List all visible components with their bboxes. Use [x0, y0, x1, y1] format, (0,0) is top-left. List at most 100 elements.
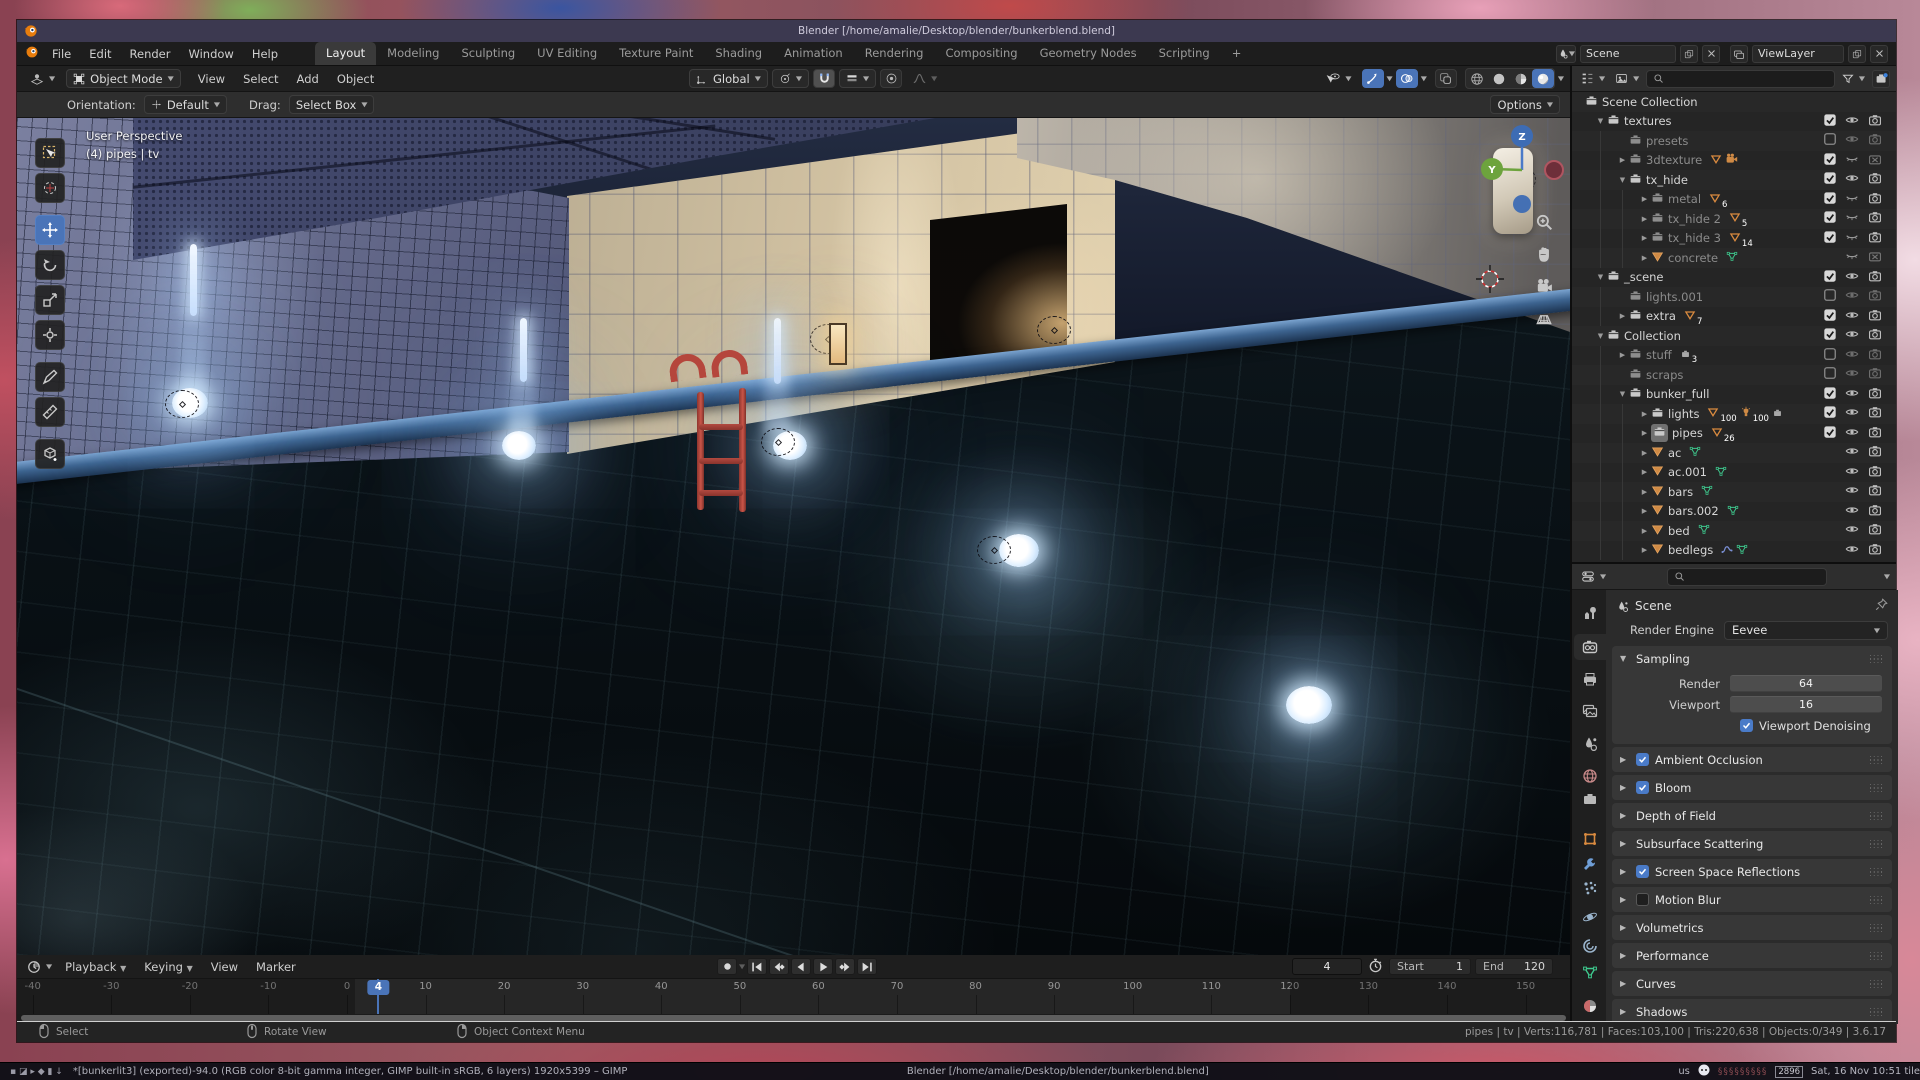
panel-checkbox[interactable]: [1636, 893, 1649, 906]
shading-material-button[interactable]: [1510, 69, 1532, 88]
orientation-setting-dropdown[interactable]: Default▼: [144, 95, 227, 114]
add-cube-tool[interactable]: [35, 439, 65, 469]
sampling-viewport-field[interactable]: 16: [1730, 696, 1882, 713]
timeline-menu-keying[interactable]: Keying ▼: [135, 957, 201, 977]
panel-grip-icon[interactable]: ::::::::: [1869, 655, 1884, 663]
eye-icon[interactable]: [1844, 425, 1860, 442]
properties-tab-tool[interactable]: [1574, 600, 1606, 626]
transform-tool[interactable]: [35, 320, 65, 350]
render-visibility-icon[interactable]: [1867, 542, 1883, 559]
options-button[interactable]: Options▼: [1490, 95, 1560, 114]
timeline-menu-view[interactable]: View: [202, 957, 247, 977]
exclude-checkbox[interactable]: [1822, 327, 1838, 344]
exclude-checkbox[interactable]: [1822, 152, 1838, 169]
eye-closed-icon[interactable]: [1844, 210, 1860, 227]
panel-grip-icon[interactable]: ::::::::: [1869, 868, 1884, 876]
render-visibility-icon[interactable]: [1867, 386, 1883, 403]
render-visibility-icon[interactable]: [1867, 288, 1883, 305]
panel-grip-icon[interactable]: ::::::::: [1869, 980, 1884, 988]
expand-icon[interactable]: ▶: [1638, 410, 1651, 418]
expand-icon[interactable]: ▶: [1638, 215, 1651, 223]
viewport-canvas[interactable]: User Perspective (4) pipes | tv Z Y: [17, 118, 1570, 955]
expand-icon[interactable]: ▶: [1638, 507, 1651, 515]
panel-header[interactable]: ▶Depth of Field::::::::: [1612, 803, 1892, 828]
outliner-row[interactable]: ▶metal6: [1572, 190, 1896, 210]
discord-icon[interactable]: [1698, 1064, 1710, 1079]
eye-icon[interactable]: [1844, 483, 1860, 500]
outliner-row[interactable]: ▶ac: [1572, 443, 1896, 463]
current-frame-field[interactable]: 4: [1292, 958, 1362, 975]
viewlayer-name-field[interactable]: ViewLayer: [1752, 45, 1844, 63]
outliner-row[interactable]: ▶pipes26: [1572, 424, 1896, 444]
outliner-row[interactable]: lights.001: [1572, 287, 1896, 307]
frame-start-field[interactable]: Start1: [1389, 958, 1471, 975]
panel-grip-icon[interactable]: ::::::::: [1869, 840, 1884, 848]
render-visibility-icon[interactable]: [1867, 503, 1883, 520]
eye-icon[interactable]: [1844, 347, 1860, 364]
snap-settings-dropdown[interactable]: ▼: [839, 69, 876, 88]
auto-keying-dropdown[interactable]: ▼: [739, 963, 745, 970]
new-collection-button[interactable]: [1872, 70, 1890, 88]
eye-closed-icon[interactable]: [1844, 230, 1860, 247]
outliner-row[interactable]: ▶tx_hide 25: [1572, 209, 1896, 229]
viewport-denoising-checkbox[interactable]: Viewport Denoising: [1622, 715, 1882, 736]
properties-options-dropdown[interactable]: ▼: [1884, 573, 1890, 580]
panel-grip-icon[interactable]: ::::::::: [1869, 1008, 1884, 1016]
outliner-row[interactable]: ▼textures: [1572, 112, 1896, 132]
exclude-checkbox[interactable]: [1822, 191, 1838, 208]
light-gizmo-icon[interactable]: [165, 390, 199, 418]
eye-icon[interactable]: [1844, 542, 1860, 559]
eye-icon[interactable]: [1844, 113, 1860, 130]
eye-icon[interactable]: [1844, 327, 1860, 344]
tab-compositing[interactable]: Compositing: [934, 42, 1028, 65]
viewlayer-remove-button[interactable]: [1870, 45, 1888, 63]
cursor-tool[interactable]: [35, 173, 65, 203]
expand-icon[interactable]: ▼: [1594, 273, 1607, 281]
pivot-dropdown[interactable]: ▼: [772, 69, 809, 88]
outliner-search-input[interactable]: [1646, 70, 1835, 88]
outliner-row[interactable]: ▶lights100100: [1572, 404, 1896, 424]
expand-icon[interactable]: ▶: [1638, 449, 1651, 457]
titlebar[interactable]: Blender [/home/amalie/Desktop/blender/bu…: [17, 20, 1896, 42]
panel-header[interactable]: ▶Subsurface Scattering::::::::: [1612, 831, 1892, 856]
taskbar-launcher-icons[interactable]: ▪ ◪ ▸ ◆ ▮ ↓: [0, 1067, 73, 1077]
gizmo-dropdown[interactable]: ▼: [1387, 75, 1393, 82]
panel-header[interactable]: ▶Curves::::::::: [1612, 971, 1892, 996]
tab-modeling[interactable]: Modeling: [376, 42, 450, 65]
expand-icon[interactable]: ▶: [1638, 195, 1651, 203]
render-visibility-icon[interactable]: [1867, 464, 1883, 481]
properties-tab-particles[interactable]: [1574, 875, 1606, 901]
stopwatch-icon[interactable]: [1368, 958, 1383, 976]
render-visibility-icon[interactable]: [1867, 366, 1883, 383]
expand-icon[interactable]: ▼: [1594, 117, 1607, 125]
expand-icon[interactable]: ▼: [1616, 176, 1629, 184]
taskbar-window-gimp[interactable]: *[bunkerlit3] (exported)-94.0 (RGB color…: [73, 1066, 879, 1077]
sampling-render-field[interactable]: 64: [1730, 675, 1882, 692]
proportional-edit-toggle[interactable]: [880, 69, 902, 88]
render-visibility-icon[interactable]: [1867, 132, 1883, 149]
tab-uv-editing[interactable]: UV Editing: [526, 42, 608, 65]
app-menu-icon[interactable]: [25, 45, 39, 62]
tab-scripting[interactable]: Scripting: [1148, 42, 1221, 65]
gizmo-toggle[interactable]: [1362, 69, 1384, 88]
outliner-row[interactable]: ▼Collection: [1572, 326, 1896, 346]
panel-checkbox[interactable]: [1636, 865, 1649, 878]
render-visibility-icon[interactable]: [1867, 230, 1883, 247]
viewport-menu-object[interactable]: Object: [328, 69, 383, 89]
outliner-row[interactable]: Scene Collection: [1572, 92, 1896, 112]
camera-view-icon[interactable]: [1532, 274, 1556, 298]
menu-render[interactable]: Render: [121, 44, 180, 64]
expand-icon[interactable]: ▶: [1638, 429, 1651, 437]
properties-tab-collection[interactable]: [1574, 786, 1606, 812]
expand-icon[interactable]: ▶: [1616, 312, 1629, 320]
hand-icon[interactable]: [1532, 242, 1556, 266]
tab-rendering[interactable]: Rendering: [854, 42, 935, 65]
outliner-row[interactable]: ▶bed: [1572, 521, 1896, 541]
keyboard-layout-indicator[interactable]: us: [1678, 1066, 1690, 1077]
drag-dropdown[interactable]: Select Box▼: [289, 95, 375, 114]
eye-icon[interactable]: [1844, 308, 1860, 325]
outliner-row[interactable]: ▼tx_hide: [1572, 170, 1896, 190]
exclude-checkbox[interactable]: [1822, 386, 1838, 403]
outliner-row[interactable]: ▶3dtexture: [1572, 151, 1896, 171]
expand-icon[interactable]: ▶: [1638, 468, 1651, 476]
